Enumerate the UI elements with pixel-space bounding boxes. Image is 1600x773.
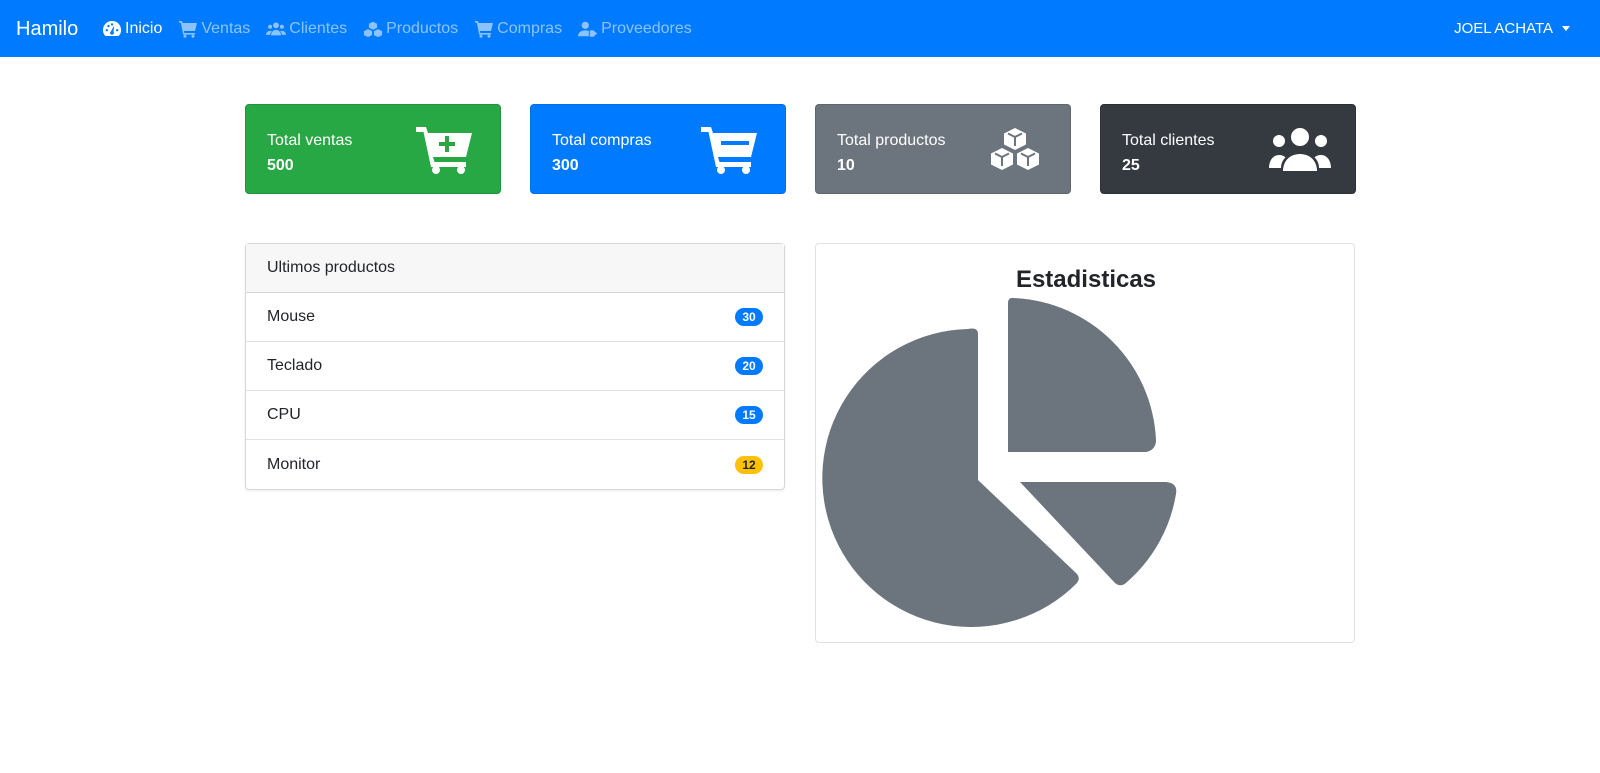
chart-pie-icon [822, 297, 1177, 627]
list-item[interactable]: Monitor 12 [246, 440, 784, 489]
count-badge: 15 [735, 406, 763, 424]
product-name: Monitor [267, 455, 321, 473]
stat-label: Total compras [552, 132, 652, 149]
stat-value: 500 [267, 157, 294, 174]
cubes-icon [364, 21, 383, 37]
stat-value: 10 [837, 157, 855, 174]
stat-label: Total ventas [267, 132, 353, 149]
count-badge: 30 [735, 308, 763, 326]
product-name: Teclado [267, 357, 323, 374]
nav-ventas-label: Ventas [201, 19, 251, 37]
users-icon [266, 21, 287, 35]
nav-clientes-label: Clientes [289, 19, 348, 37]
product-name: Mouse [267, 308, 316, 325]
nav-productos[interactable]: Productos [363, 0, 458, 57]
cubes-icon [991, 128, 1039, 170]
nav-compras-label: Compras [497, 19, 563, 37]
nav-proveedores[interactable]: Proveedores [578, 0, 692, 57]
stat-label: Total clientes [1122, 132, 1215, 149]
shopping-cart-icon [701, 127, 757, 174]
list-item[interactable]: CPU 15 [246, 391, 784, 440]
stat-card-compras[interactable]: Total compras 300 [530, 104, 786, 194]
nav-ventas[interactable]: Ventas [178, 0, 250, 57]
statistics-card: Estadisticas [815, 243, 1355, 643]
nav-inicio-label: Inicio [125, 19, 163, 37]
latest-products-card: Ultimos productos Mouse 30 Teclado 20 CP… [245, 243, 785, 490]
cart-icon [475, 20, 494, 38]
cart-plus-icon [416, 127, 472, 174]
stat-value: 25 [1122, 157, 1140, 174]
stat-card-productos[interactable]: Total productos 10 [815, 104, 1071, 194]
stat-card-clientes[interactable]: Total clientes 25 [1100, 104, 1356, 194]
user-name: JOEL ACHATA [1454, 20, 1553, 37]
cart-icon [179, 20, 198, 38]
latest-products-title: Ultimos productos [246, 244, 784, 293]
stat-label: Total productos [837, 132, 946, 149]
nav-compras[interactable]: Compras [474, 0, 562, 57]
product-name: CPU [267, 406, 301, 423]
brand-logo[interactable]: Hamilo [16, 17, 78, 41]
list-item[interactable]: Teclado 20 [246, 342, 784, 391]
count-badge: 20 [735, 357, 763, 375]
nav-proveedores-label: Proveedores [601, 19, 692, 37]
stat-card-ventas[interactable]: Total ventas 500 [245, 104, 501, 194]
stat-value: 300 [552, 157, 579, 174]
nav-inicio[interactable]: Inicio [102, 0, 162, 57]
users-icon [1269, 128, 1331, 171]
nav-productos-label: Productos [386, 19, 459, 37]
dashboard-icon [103, 20, 122, 36]
user-tag-icon [578, 21, 598, 37]
user-menu-toggle[interactable]: JOEL ACHATA [1454, 0, 1570, 57]
caret-down-icon [1562, 26, 1570, 31]
main-nav: Inicio Ventas Clientes Productos Compras… [102, 0, 708, 57]
list-item[interactable]: Mouse 30 [246, 293, 784, 342]
count-badge: 12 [735, 455, 763, 474]
nav-clientes[interactable]: Clientes [266, 0, 347, 57]
top-navbar: Hamilo Inicio Ventas Clientes Productos … [0, 0, 1600, 57]
